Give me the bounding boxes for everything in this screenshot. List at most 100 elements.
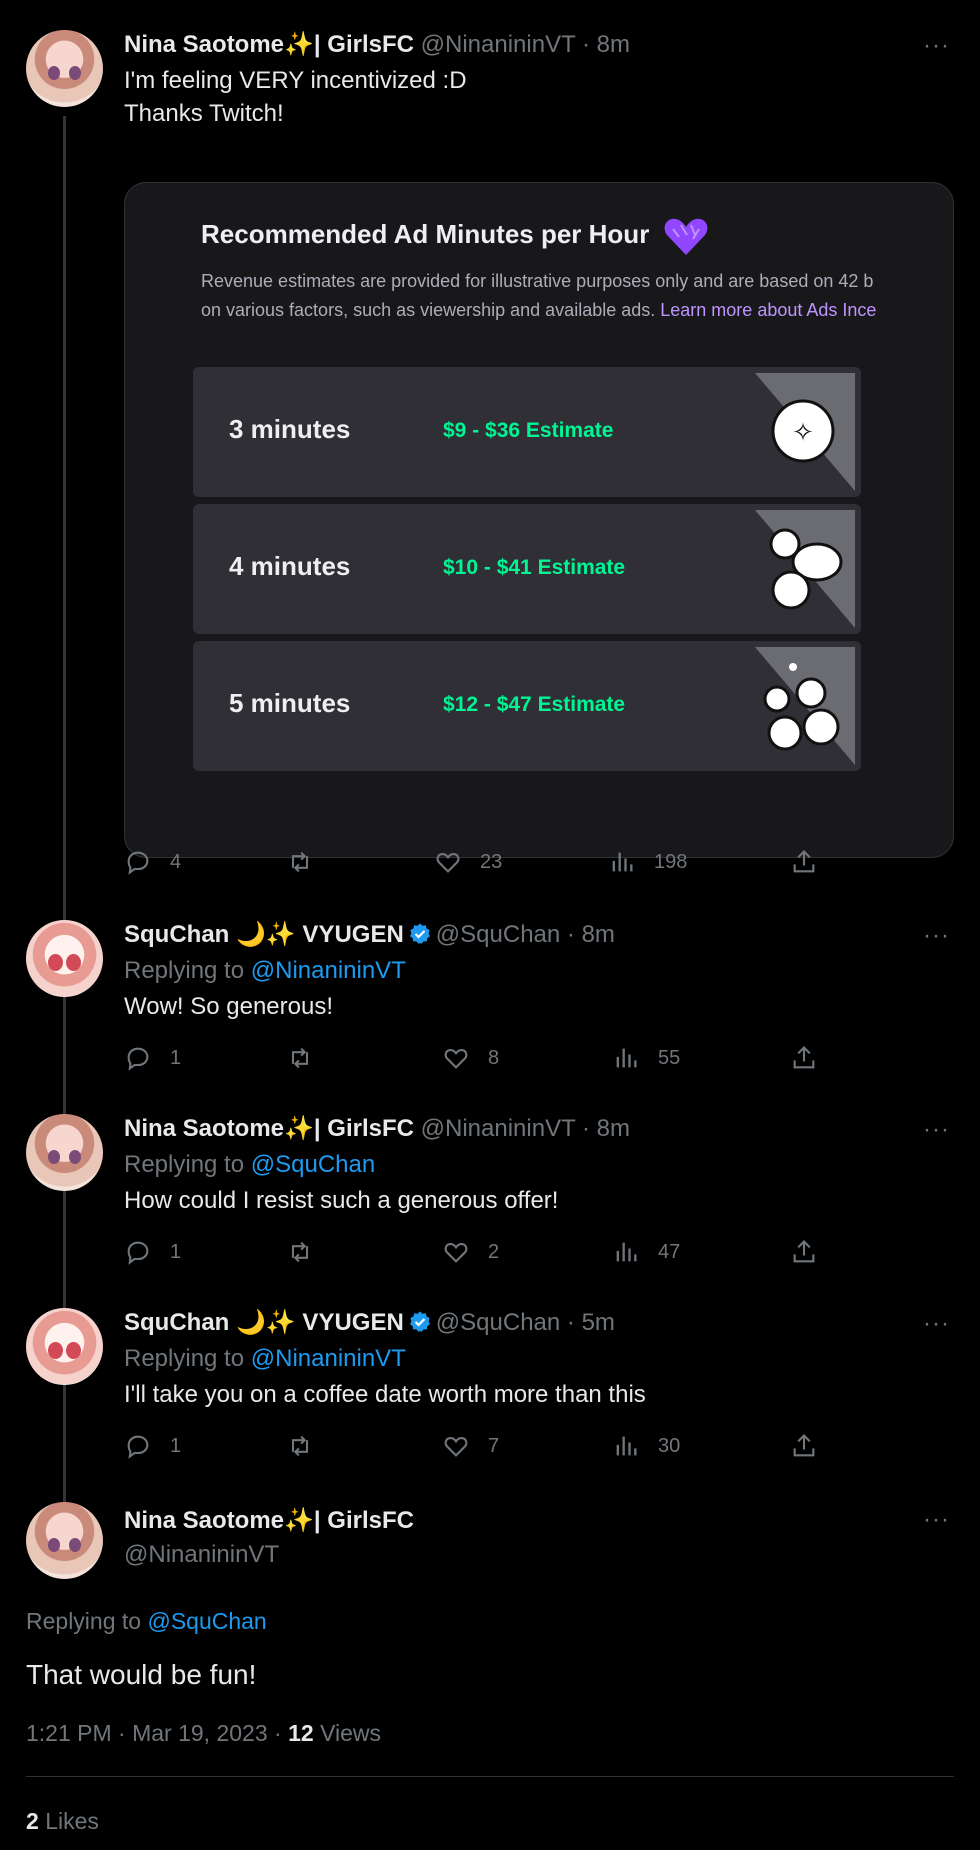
card-title: Recommended Ad Minutes per Hour xyxy=(201,219,650,249)
option-minutes: 5 minutes xyxy=(229,688,351,718)
retweet-icon xyxy=(291,1435,309,1457)
retweet-button[interactable] xyxy=(286,1238,352,1266)
avatar[interactable] xyxy=(26,1114,103,1191)
reply-button[interactable]: 4 xyxy=(124,848,190,876)
option-minutes: 3 minutes xyxy=(229,414,351,444)
ad-option-5-minutes[interactable]: 5 minutes $12 - $47 Estimate xyxy=(193,641,861,771)
tweet-header-handle: @NinanininVT xyxy=(124,1540,279,1570)
mention-link[interactable]: @NinanininVT xyxy=(251,1345,406,1372)
option-estimate: $12 - $47 Estimate xyxy=(443,693,626,716)
reply-count: 4 xyxy=(170,850,182,873)
display-name[interactable]: SquChan 🌙✨ VYUGEN xyxy=(124,921,404,948)
mention-link[interactable]: @SquChan xyxy=(147,1608,266,1634)
avatar[interactable] xyxy=(26,30,103,107)
views-label: Views xyxy=(320,1720,381,1746)
views-button[interactable]: 47 xyxy=(612,1238,680,1266)
timestamp[interactable]: · 8m xyxy=(567,921,615,948)
avatar[interactable] xyxy=(26,920,103,997)
tweet-1[interactable]: Nina Saotome✨| GirlsFC @NinanininVT · 8m… xyxy=(0,30,980,900)
heart-icon xyxy=(444,1437,468,1457)
ads-incentive-link[interactable]: Learn more about Ads Ince xyxy=(660,300,876,320)
heart-icon xyxy=(436,853,460,873)
mention-link[interactable]: @NinanininVT xyxy=(251,957,406,984)
handle[interactable]: @NinanininVT xyxy=(421,31,576,58)
ad-option-4-minutes[interactable]: 4 minutes $10 - $41 Estimate xyxy=(193,504,861,634)
tweet-text: Wow! So generous! xyxy=(124,993,334,1020)
tweet-3[interactable]: Nina Saotome✨| GirlsFC @NinanininVT · 8m… xyxy=(0,1114,980,1266)
views-button[interactable]: 198 xyxy=(608,848,687,876)
tweet-text: I'll take you on a coffee date worth mor… xyxy=(124,1381,646,1408)
retweet-icon xyxy=(291,851,309,873)
share-button[interactable] xyxy=(790,1238,836,1266)
analytics-icon xyxy=(616,1048,637,1068)
display-name[interactable]: Nina Saotome✨| GirlsFC xyxy=(124,31,414,58)
retweet-button[interactable] xyxy=(286,848,352,876)
heart-icon xyxy=(444,1049,468,1069)
card-description: Revenue estimates are provided for illus… xyxy=(201,267,876,325)
timestamp[interactable]: · 5m xyxy=(567,1309,615,1336)
views-button[interactable]: 30 xyxy=(612,1432,680,1460)
tweet-header: Nina Saotome✨| GirlsFC @NinanininVT · 8m xyxy=(124,30,630,60)
tweet-4[interactable]: SquChan 🌙✨ VYUGEN @SquChan · 5m ··· Reply… xyxy=(0,1308,980,1460)
tweet-2[interactable]: SquChan 🌙✨ VYUGEN @SquChan · 8m ··· Reply… xyxy=(0,920,980,1072)
like-count: 2 xyxy=(488,1240,500,1263)
avatar[interactable] xyxy=(26,1502,103,1579)
tweet-text: How could I resist such a generous offer… xyxy=(124,1187,559,1214)
embedded-image-card[interactable]: Recommended Ad Minutes per Hour Revenue … xyxy=(124,182,954,858)
purple-heart-icon xyxy=(664,218,708,255)
share-button[interactable] xyxy=(790,848,836,876)
share-button[interactable] xyxy=(790,1044,836,1072)
views-count: 198 xyxy=(654,850,688,873)
reply-icon xyxy=(127,1435,149,1459)
timestamp[interactable]: · 8m xyxy=(582,31,630,58)
more-options-icon[interactable]: ··· xyxy=(923,1116,950,1144)
share-icon xyxy=(793,850,815,873)
like-count: 8 xyxy=(488,1046,500,1069)
display-name[interactable]: Nina Saotome✨| GirlsFC xyxy=(124,1115,414,1142)
reply-button[interactable]: 1 xyxy=(124,1432,190,1460)
divider xyxy=(26,1776,954,1777)
mention-link[interactable]: @SquChan xyxy=(251,1151,375,1178)
handle[interactable]: @NinanininVT xyxy=(124,1541,279,1568)
like-button[interactable]: 7 xyxy=(442,1432,508,1460)
likes-stat[interactable]: 2 Likes xyxy=(26,1808,99,1835)
retweet-icon xyxy=(291,1241,309,1263)
views-button[interactable]: 55 xyxy=(612,1044,680,1072)
coin-pile-icon xyxy=(755,647,855,765)
ad-option-3-minutes[interactable]: 3 minutes $9 - $36 Estimate ✧ xyxy=(193,367,861,497)
display-name[interactable]: Nina Saotome✨| GirlsFC xyxy=(124,1507,414,1534)
like-count: 7 xyxy=(488,1434,500,1457)
avatar[interactable] xyxy=(26,1308,103,1385)
handle[interactable]: @NinanininVT xyxy=(421,1115,576,1142)
views-count: 12 xyxy=(288,1720,314,1746)
tweet-text-line-2: Thanks Twitch! xyxy=(124,100,284,127)
replying-to: Replying to @NinanininVT xyxy=(124,957,406,984)
timestamp[interactable]: · 8m xyxy=(582,1115,630,1142)
verified-badge-icon[interactable] xyxy=(408,922,432,946)
analytics-icon xyxy=(616,1436,637,1456)
views-count: 55 xyxy=(658,1046,681,1069)
tweet-timestamp[interactable]: 1:21 PM · Mar 19, 2023 · xyxy=(26,1720,282,1746)
retweet-button[interactable] xyxy=(286,1432,352,1460)
tweet-text-line-1: I'm feeling VERY incentivized :D xyxy=(124,67,467,94)
analytics-icon xyxy=(612,852,633,872)
tweet-meta: 1:21 PM · Mar 19, 2023 · 12 Views xyxy=(26,1720,381,1747)
handle[interactable]: @SquChan xyxy=(436,921,560,948)
more-options-icon[interactable]: ··· xyxy=(923,1506,950,1534)
handle[interactable]: @SquChan xyxy=(436,1309,560,1336)
reply-button[interactable]: 1 xyxy=(124,1044,190,1072)
more-options-icon[interactable]: ··· xyxy=(923,922,950,950)
verified-badge-icon[interactable] xyxy=(408,1310,432,1334)
retweet-button[interactable] xyxy=(286,1044,352,1072)
reply-button[interactable]: 1 xyxy=(124,1238,190,1266)
more-options-icon[interactable]: ··· xyxy=(923,32,950,60)
like-button[interactable]: 8 xyxy=(442,1044,508,1072)
display-name[interactable]: SquChan 🌙✨ VYUGEN xyxy=(124,1309,404,1336)
option-estimate: $10 - $41 Estimate xyxy=(443,556,626,579)
like-button[interactable]: 2 xyxy=(442,1238,508,1266)
share-button[interactable] xyxy=(790,1432,836,1460)
reply-count: 1 xyxy=(170,1240,182,1263)
more-options-icon[interactable]: ··· xyxy=(923,1310,950,1338)
views-count: 47 xyxy=(658,1240,681,1263)
like-button[interactable]: 23 xyxy=(434,848,502,876)
